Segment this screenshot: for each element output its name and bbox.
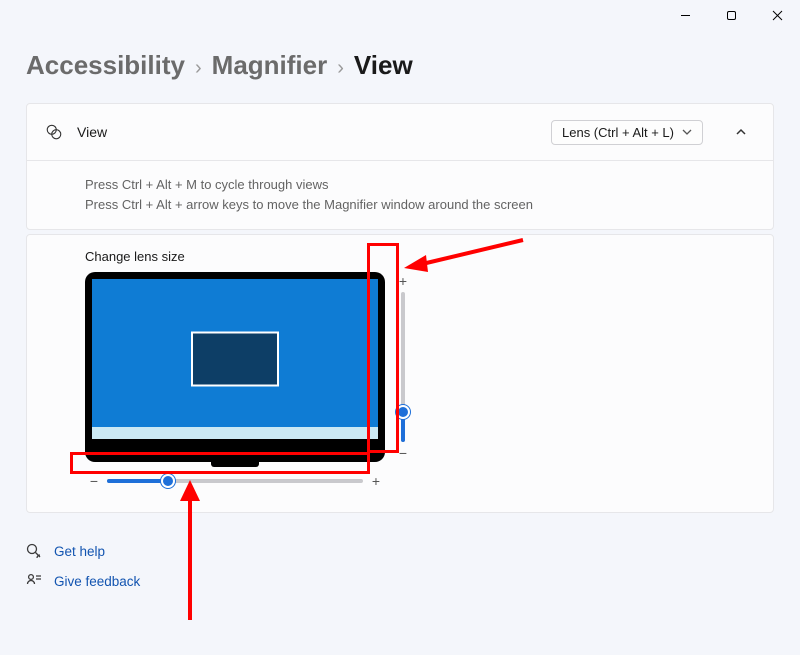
close-button[interactable] [754, 0, 800, 30]
view-icon [45, 123, 63, 141]
help-icon [26, 543, 42, 559]
lens-width-thumb[interactable] [161, 474, 175, 488]
lens-preview-screen [92, 279, 378, 439]
breadcrumb-sep: › [195, 57, 202, 80]
lens-preview-monitor [85, 272, 385, 462]
lens-preview-taskbar [92, 427, 378, 439]
chevron-up-icon [735, 126, 747, 138]
lens-size-title: Change lens size [85, 249, 755, 264]
minimize-button[interactable] [662, 0, 708, 30]
lens-height-increase[interactable]: + [394, 272, 412, 290]
collapse-button[interactable] [727, 118, 755, 146]
breadcrumb: Accessibility › Magnifier › View [26, 50, 774, 81]
view-hint-2: Press Ctrl + Alt + arrow keys to move th… [85, 195, 755, 215]
footer-links: Get help Give feedback [26, 543, 774, 589]
breadcrumb-sep: › [337, 57, 344, 80]
breadcrumb-accessibility[interactable]: Accessibility [26, 50, 185, 81]
view-card-title: View [77, 124, 537, 140]
lens-width-slider[interactable]: − + [85, 472, 385, 490]
view-card: View Lens (Ctrl + Alt + L) Press Ctrl + … [26, 103, 774, 230]
breadcrumb-magnifier[interactable]: Magnifier [212, 50, 328, 81]
lens-height-slider[interactable]: + − [393, 272, 413, 462]
feedback-icon [26, 573, 42, 589]
lens-height-thumb[interactable] [396, 405, 410, 419]
lens-width-decrease[interactable]: − [85, 472, 103, 490]
lens-height-decrease[interactable]: − [394, 444, 412, 462]
lens-preview-rect [191, 332, 279, 387]
lens-width-increase[interactable]: + [367, 472, 385, 490]
chevron-down-icon [682, 127, 692, 137]
view-mode-selected: Lens (Ctrl + Alt + L) [562, 125, 674, 140]
lens-height-track[interactable] [401, 292, 405, 442]
view-hint-1: Press Ctrl + Alt + M to cycle through vi… [85, 175, 755, 195]
restore-button[interactable] [708, 0, 754, 30]
breadcrumb-current: View [354, 50, 413, 81]
view-mode-dropdown[interactable]: Lens (Ctrl + Alt + L) [551, 120, 703, 145]
give-feedback-link[interactable]: Give feedback [54, 574, 140, 589]
get-help-link[interactable]: Get help [54, 544, 105, 559]
lens-size-card: Change lens size + − − [26, 234, 774, 513]
lens-width-track[interactable] [107, 479, 363, 483]
